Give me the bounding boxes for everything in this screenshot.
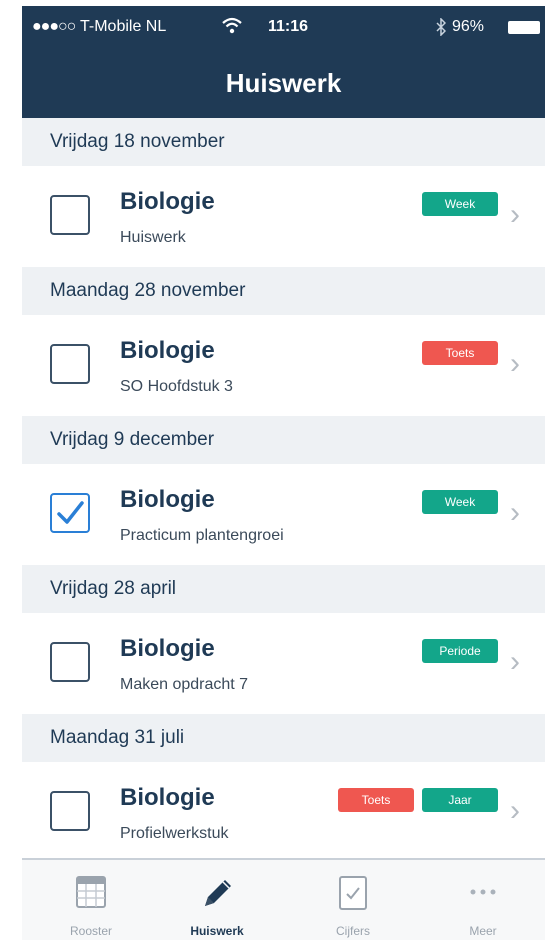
wifi-icon: [222, 16, 242, 39]
assignment-description: Profielwerkstuk: [120, 825, 229, 842]
assignment-description: Practicum plantengroei: [120, 527, 284, 544]
date-section-header: Maandag 28 november: [22, 267, 545, 315]
app-screen: ●●●○○ T-Mobile NL 11:16 96% Huiswerk Vri…: [22, 6, 545, 940]
homework-item[interactable]: Biologie Maken opdracht 7 Periode ›: [22, 613, 545, 714]
more-dots-icon: [428, 874, 538, 914]
grade-check-icon: [298, 874, 408, 914]
tab-meer[interactable]: Meer: [428, 860, 538, 940]
tab-bar: Rooster Huiswerk Cijfers Meer: [22, 858, 545, 940]
page-title: Huiswerk: [225, 68, 342, 98]
subject-name: Biologie: [120, 635, 215, 662]
badge-toets: Toets: [338, 788, 414, 812]
badge-week: Week: [422, 192, 498, 216]
checkbox-unchecked[interactable]: [50, 195, 90, 235]
tab-rooster[interactable]: Rooster: [36, 860, 146, 940]
date-section-header: Vrijdag 28 april: [22, 565, 545, 613]
chevron-right-icon[interactable]: ›: [510, 200, 520, 230]
date-section-header: Maandag 31 juli: [22, 714, 545, 762]
tab-label: Meer: [469, 924, 497, 938]
checkbox-unchecked[interactable]: [50, 344, 90, 384]
chevron-right-icon[interactable]: ›: [510, 498, 520, 528]
homework-item[interactable]: Biologie Huiswerk Week ›: [22, 166, 545, 267]
badge-week: Week: [422, 490, 498, 514]
date-section-header: Vrijdag 18 november: [22, 118, 545, 166]
homework-item[interactable]: Biologie Practicum plantengroei Week ›: [22, 464, 545, 565]
battery-percentage: 96%: [452, 18, 485, 35]
checkbox-unchecked[interactable]: [50, 642, 90, 682]
subject-name: Biologie: [120, 784, 215, 811]
navigation-header: ●●●○○ T-Mobile NL 11:16 96% Huiswerk: [22, 6, 545, 118]
checkbox-checked[interactable]: [50, 493, 90, 533]
homework-item[interactable]: Biologie SO Hoofdstuk 3 Toets ›: [22, 315, 545, 416]
bluetooth-icon: [436, 17, 447, 41]
pencil-icon: [162, 874, 272, 914]
badge-toets: Toets: [422, 341, 498, 365]
tab-label: Rooster: [69, 924, 113, 938]
signal-strength-icon: ●●●○○: [32, 18, 76, 35]
tab-label: Cijfers: [335, 924, 370, 938]
assignment-description: SO Hoofdstuk 3: [120, 378, 233, 395]
assignment-description: Huiswerk: [120, 229, 186, 246]
homework-item[interactable]: Biologie Profielwerkstuk Jaar Toets ›: [22, 762, 545, 863]
date-section-header: Vrijdag 9 december: [22, 416, 545, 464]
homework-list: Vrijdag 18 november Biologie Huiswerk Week ›…: [22, 118, 545, 863]
tab-cijfers[interactable]: Cijfers: [298, 860, 408, 940]
tab-label: Huiswerk: [190, 924, 244, 938]
checkmark-icon: [57, 501, 84, 524]
badge-jaar: Jaar: [422, 788, 498, 812]
badge-periode: Periode: [422, 639, 498, 663]
chevron-right-icon[interactable]: ›: [510, 349, 520, 379]
chevron-right-icon[interactable]: ›: [510, 647, 520, 677]
battery-icon: [508, 21, 540, 34]
calendar-icon: [36, 874, 146, 914]
subject-name: Biologie: [120, 188, 215, 215]
tab-huiswerk[interactable]: Huiswerk: [162, 860, 272, 940]
chevron-right-icon[interactable]: ›: [510, 796, 520, 826]
carrier-name: T-Mobile NL: [80, 18, 167, 35]
assignment-description: Maken opdracht 7: [120, 676, 249, 693]
subject-name: Biologie: [120, 486, 215, 513]
subject-name: Biologie: [120, 337, 215, 364]
checkbox-unchecked[interactable]: [50, 791, 90, 831]
status-time: 11:16: [268, 18, 309, 35]
